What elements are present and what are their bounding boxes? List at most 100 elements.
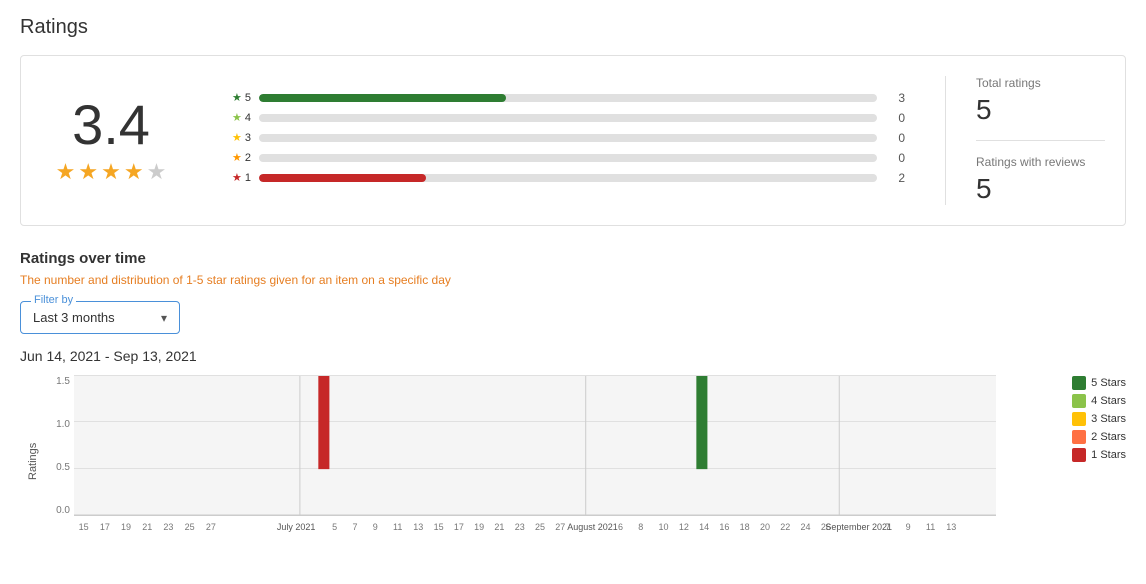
chart-plot	[74, 376, 996, 516]
ratings-with-reviews-label: Ratings with reviews	[976, 155, 1105, 169]
legend-label: 4 Stars	[1091, 395, 1126, 407]
svg-text:14: 14	[699, 522, 709, 532]
svg-text:13: 13	[413, 522, 423, 532]
legend-label: 1 Stars	[1091, 449, 1126, 461]
bar-star-number: 4	[245, 112, 251, 124]
svg-text:5: 5	[332, 522, 337, 532]
svg-text:15: 15	[434, 522, 444, 532]
total-ratings-value: 5	[976, 94, 1105, 126]
bar-label-5: ★ 5	[221, 91, 251, 104]
bar-star-icon: ★	[232, 171, 242, 184]
svg-text:25: 25	[185, 522, 195, 532]
svg-text:17: 17	[454, 522, 464, 532]
svg-text:22: 22	[780, 522, 790, 532]
svg-text:24: 24	[801, 522, 811, 532]
filter-value: Last 3 months	[33, 310, 153, 325]
legend-dot	[1072, 376, 1086, 390]
star-4: ★	[124, 159, 144, 185]
totals-divider	[976, 140, 1105, 141]
totals-section: Total ratings 5 Ratings with reviews 5	[945, 76, 1105, 205]
bar-count-3: 0	[885, 131, 905, 145]
svg-text:7: 7	[885, 522, 890, 532]
chart-area: Ratings 0.0 0.5 1.0 1.5	[20, 376, 1126, 546]
date-range: Jun 14, 2021 - Sep 13, 2021	[20, 348, 1126, 364]
svg-text:6: 6	[618, 522, 623, 532]
svg-text:July 2021: July 2021	[277, 522, 316, 532]
svg-text:10: 10	[659, 522, 669, 532]
svg-text:8: 8	[638, 522, 643, 532]
svg-text:27: 27	[206, 522, 216, 532]
rating-bar-row-5: ★ 5 3	[221, 91, 905, 105]
bar-star-number: 5	[245, 92, 251, 104]
legend: 5 Stars 4 Stars 3 Stars 2 Stars 1 Stars	[1072, 376, 1126, 462]
average-number: 3.4	[41, 97, 181, 153]
rating-bar-row-2: ★ 2 0	[221, 151, 905, 165]
bar-count-4: 0	[885, 111, 905, 125]
svg-text:27: 27	[555, 522, 565, 532]
svg-text:21: 21	[142, 522, 152, 532]
star-5: ★	[147, 159, 167, 185]
legend-item-4-stars: 4 Stars	[1072, 394, 1126, 408]
bar-star-icon: ★	[232, 151, 242, 164]
svg-text:19: 19	[121, 522, 131, 532]
section-subtitle: The number and distribution of 1-5 star …	[20, 273, 1126, 287]
bar-count-2: 0	[885, 151, 905, 165]
star-2: ★	[78, 159, 98, 185]
svg-text:9: 9	[373, 522, 378, 532]
legend-item-1-stars: 1 Stars	[1072, 448, 1126, 462]
y-ticks: 0.0 0.5 1.0 1.5	[42, 376, 74, 516]
y-tick-15: 1.5	[42, 376, 74, 387]
filter-label: Filter by	[31, 294, 76, 306]
legend-dot	[1072, 430, 1086, 444]
star-1: ★	[56, 159, 76, 185]
ratings-over-time-section: Ratings over time The number and distrib…	[20, 250, 1126, 546]
star-rating: ★ ★ ★ ★ ★	[41, 159, 181, 185]
x-labels-svg: 15 17 19 21 23 25 27 July 2021 5 7 9	[74, 516, 996, 546]
chart-svg	[74, 376, 996, 515]
page-title: Ratings	[20, 16, 1126, 39]
chevron-down-icon: ▾	[161, 311, 167, 325]
y-tick-05: 0.5	[42, 462, 74, 473]
bar-label-2: ★ 2	[221, 151, 251, 164]
svg-text:August 2021: August 2021	[567, 522, 618, 532]
svg-text:17: 17	[100, 522, 110, 532]
svg-text:9: 9	[906, 522, 911, 532]
svg-text:11: 11	[926, 522, 935, 532]
svg-text:18: 18	[740, 522, 750, 532]
svg-text:20: 20	[760, 522, 770, 532]
bar-track-1	[259, 174, 877, 182]
section-title: Ratings over time	[20, 250, 1126, 267]
y-tick-0: 0.0	[42, 505, 74, 516]
ratings-summary-card: 3.4 ★ ★ ★ ★ ★ ★ 5 3 ★ 4 0 ★	[20, 55, 1126, 226]
legend-dot	[1072, 448, 1086, 462]
bar-star-icon: ★	[232, 91, 242, 104]
bar-star-number: 1	[245, 172, 251, 184]
legend-item-5-stars: 5 Stars	[1072, 376, 1126, 390]
total-ratings-label: Total ratings	[976, 76, 1105, 90]
bar-star-number: 2	[245, 152, 251, 164]
svg-text:19: 19	[474, 522, 484, 532]
legend-dot	[1072, 412, 1086, 426]
filter-dropdown[interactable]: Filter by Last 3 months ▾	[20, 301, 180, 334]
star-3: ★	[101, 159, 121, 185]
bar-track-5	[259, 94, 877, 102]
bar-track-3	[259, 134, 877, 142]
y-tick-10: 1.0	[42, 419, 74, 430]
bar-star-number: 3	[245, 132, 251, 144]
legend-label: 2 Stars	[1091, 431, 1126, 443]
bar-label-3: ★ 3	[221, 131, 251, 144]
rating-bar-row-3: ★ 3 0	[221, 131, 905, 145]
bar-track-2	[259, 154, 877, 162]
svg-text:23: 23	[163, 522, 173, 532]
bar-star-icon: ★	[232, 131, 242, 144]
chart-inner: 0.0 0.5 1.0 1.5	[42, 376, 1126, 546]
legend-dot	[1072, 394, 1086, 408]
svg-text:13: 13	[946, 522, 956, 532]
bar-track-4	[259, 114, 877, 122]
svg-text:September 2021: September 2021	[825, 522, 892, 532]
svg-text:7: 7	[352, 522, 357, 532]
ratings-with-reviews-value: 5	[976, 173, 1105, 205]
y-axis-label: Ratings	[20, 376, 42, 546]
legend-label: 3 Stars	[1091, 413, 1126, 425]
legend-label: 5 Stars	[1091, 377, 1126, 389]
